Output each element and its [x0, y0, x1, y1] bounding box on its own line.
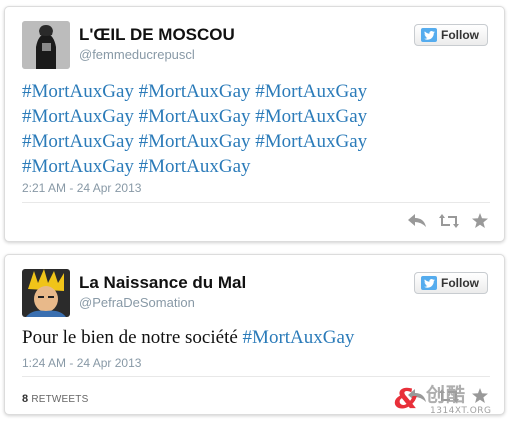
watermark-symbol: & [394, 382, 419, 415]
hashtag-link[interactable]: #MortAuxGay [139, 131, 251, 152]
divider [22, 202, 490, 203]
watermark-url: 1314XT.ORG [430, 406, 492, 416]
twitter-bird-icon [421, 28, 437, 42]
hashtag-link[interactable]: #MortAuxGay [255, 106, 367, 127]
hashtag-link[interactable]: #MortAuxGay [139, 156, 251, 177]
hashtag-link[interactable]: #MortAuxGay [139, 106, 251, 127]
user-handle[interactable]: @PefraDeSomation [79, 295, 195, 310]
hashtag-link[interactable]: #MortAuxGay [255, 131, 367, 152]
tweet-card: L'ŒIL DE MOSCOU @femmeducrepuscl Follow … [4, 6, 505, 242]
watermark-text: 创酷 [426, 384, 467, 406]
avatar[interactable] [22, 269, 70, 317]
hashtag-link[interactable]: #MortAuxGay [22, 131, 134, 152]
retweet-count: 8 [22, 393, 29, 405]
tweet-line: #MortAuxGay #MortAuxGay [22, 154, 490, 179]
retweet-label: RETWEETS [31, 394, 89, 405]
reply-icon[interactable] [408, 213, 426, 228]
tweet-line: #MortAuxGay #MortAuxGay #MortAuxGay [22, 129, 490, 154]
user-handle[interactable]: @femmeducrepuscl [79, 47, 195, 62]
hashtag-link[interactable]: #MortAuxGay [22, 106, 134, 127]
tweet-timestamp[interactable]: 2:21 AM - 24 Apr 2013 [22, 181, 141, 195]
favorite-icon[interactable] [472, 213, 488, 228]
follow-button[interactable]: Follow [414, 272, 488, 294]
hashtag-link[interactable]: #MortAuxGay [22, 156, 134, 177]
twitter-bird-icon [421, 276, 437, 290]
display-name[interactable]: La Naissance du Mal [79, 273, 246, 293]
hashtag-link[interactable]: #MortAuxGay [255, 81, 367, 102]
tweet-actions [408, 213, 488, 228]
hashtag-link[interactable]: #MortAuxGay [243, 327, 355, 348]
tweet-timestamp[interactable]: 1:24 AM - 24 Apr 2013 [22, 356, 141, 370]
tweet-text: Pour le bien de notre société #MortAuxGa… [22, 325, 490, 350]
watermark-logo: & 创酷 1314XT.ORG [394, 384, 510, 420]
follow-label: Follow [441, 276, 479, 290]
tweet-line: #MortAuxGay #MortAuxGay #MortAuxGay [22, 104, 490, 129]
tweet-text: #MortAuxGay #MortAuxGay #MortAuxGay #Mor… [22, 79, 490, 179]
follow-button[interactable]: Follow [414, 24, 488, 46]
follow-label: Follow [441, 28, 479, 42]
hashtag-link[interactable]: #MortAuxGay [22, 81, 134, 102]
hashtag-link[interactable]: #MortAuxGay [139, 81, 251, 102]
avatar[interactable] [22, 21, 70, 69]
display-name[interactable]: L'ŒIL DE MOSCOU [79, 25, 235, 45]
retweet-icon[interactable] [439, 213, 459, 228]
tweet-line: #MortAuxGay #MortAuxGay #MortAuxGay [22, 79, 490, 104]
retweet-stats[interactable]: 8 RETWEETS [22, 393, 88, 405]
tweet-plain-text: Pour le bien de notre société [22, 327, 238, 348]
divider [22, 376, 490, 377]
